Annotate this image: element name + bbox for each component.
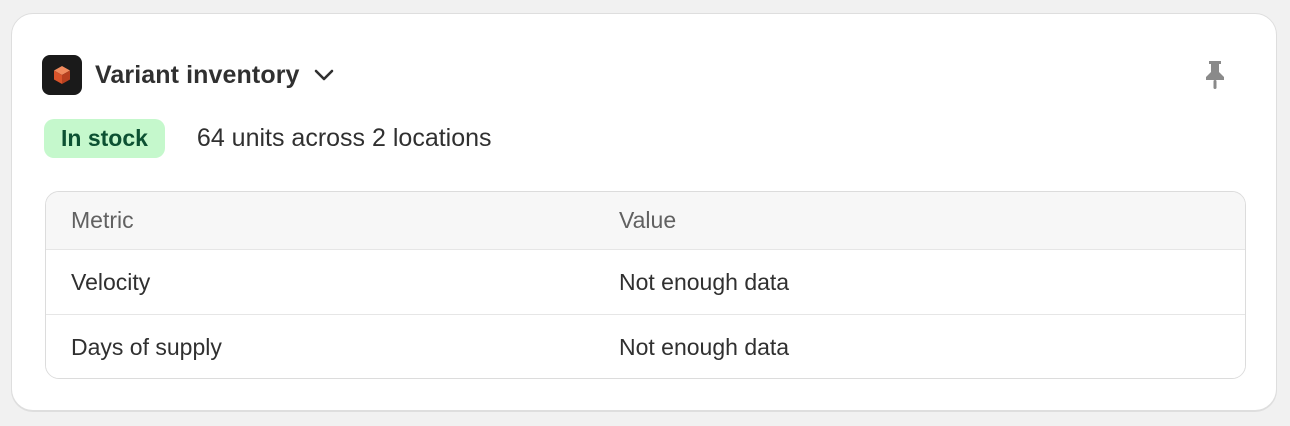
value-cell: Not enough data [619, 268, 790, 295]
pin-icon [1206, 61, 1224, 89]
metrics-table: Metric Value Velocity Not enough data Da… [45, 191, 1246, 379]
value-cell: Not enough data [619, 333, 790, 360]
chevron-down-icon [314, 69, 334, 81]
column-header-value: Value [619, 207, 677, 233]
column-header-metric: Metric [71, 207, 134, 233]
metric-cell: Days of supply [71, 333, 222, 360]
card-header: Variant inventory [42, 55, 334, 95]
inventory-summary: 64 units across 2 locations [196, 124, 492, 152]
status-row: In stock 64 units across 2 locations [44, 119, 492, 158]
widget-title: Variant inventory [95, 60, 300, 89]
table-header-row: Metric Value [46, 192, 1245, 249]
pin-button[interactable] [1198, 58, 1232, 92]
title-dropdown-button[interactable]: Variant inventory [95, 61, 334, 90]
status-badge: In stock [44, 119, 165, 158]
variant-inventory-card: Variant inventory In stock 64 units acro… [11, 13, 1277, 411]
app-icon [42, 55, 82, 95]
cube-icon [54, 66, 70, 84]
table-row: Velocity Not enough data [46, 249, 1245, 314]
table-row: Days of supply Not enough data [46, 314, 1245, 378]
metric-cell: Velocity [71, 268, 151, 295]
